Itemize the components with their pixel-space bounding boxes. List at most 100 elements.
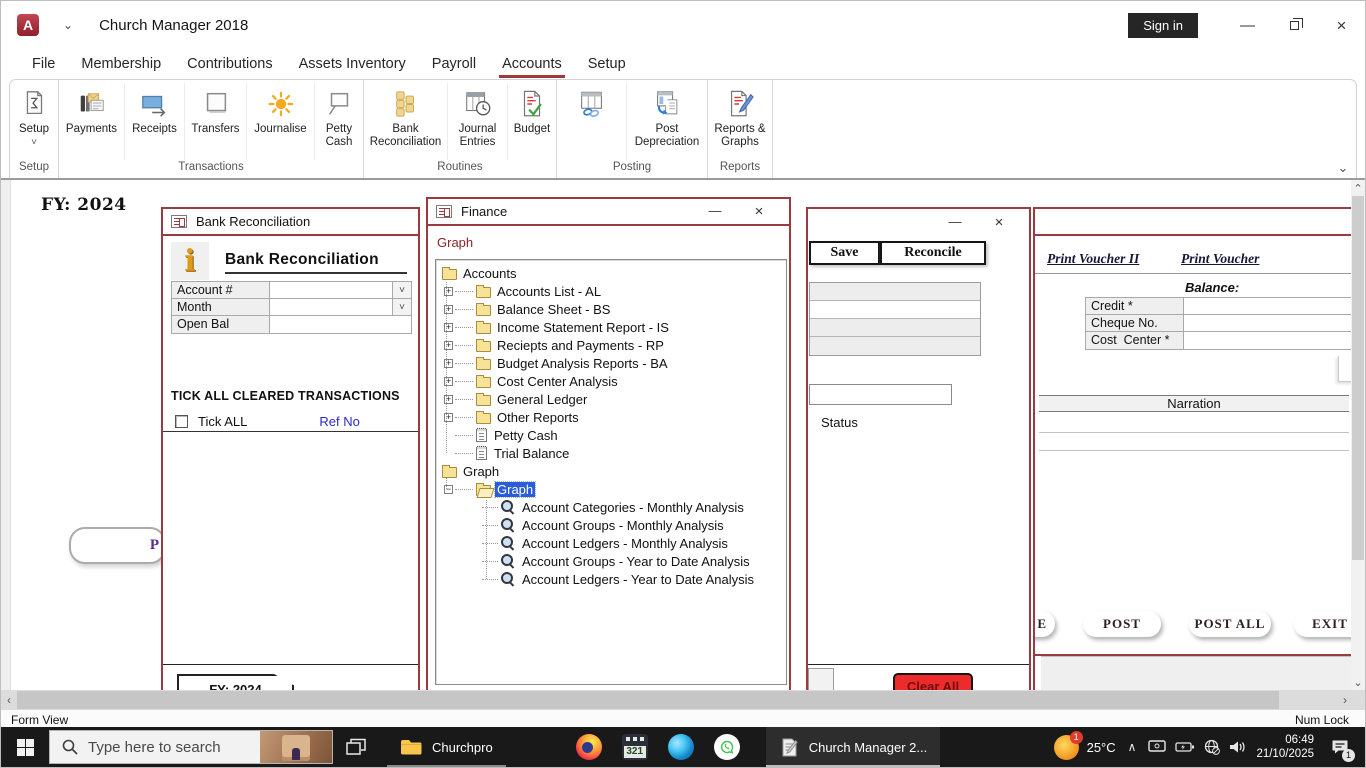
ribbon-bank-reconciliation-button[interactable]: Bank Reconciliation (364, 83, 448, 160)
credit-field[interactable] (1184, 298, 1353, 314)
account-number-field[interactable]: ˅ (270, 282, 411, 298)
ribbon-transfers-button[interactable]: Transfers (185, 83, 247, 160)
notification-center-button[interactable]: 1 (1323, 727, 1357, 767)
voucher-titlebar[interactable] (1035, 209, 1353, 236)
amount-input[interactable] (809, 384, 952, 405)
reconcile-detail-titlebar[interactable]: — × (808, 209, 1029, 236)
detail-row[interactable] (810, 301, 980, 319)
churchpro-taskbar-button[interactable]: Churchpro (387, 727, 506, 767)
ribbon-reports-graphs-button[interactable]: Reports & Graphs (708, 83, 772, 160)
fy-2024-tab[interactable]: FY: 2024 (177, 674, 294, 690)
tree-item-balance-sheet[interactable]: + Balance Sheet - BS (440, 300, 786, 318)
post-all-button[interactable]: POST ALL (1189, 611, 1271, 637)
tree-item-cost-center-analysis[interactable]: + Cost Center Analysis (440, 372, 786, 390)
tree-item-graph-selected[interactable]: − Graph (440, 480, 786, 498)
tree-item-account-ledgers-monthly[interactable]: Account Ledgers - Monthly Analysis (440, 534, 786, 552)
search-box[interactable]: Type here to search (49, 730, 333, 764)
ribbon-post-depreciation-button[interactable]: Post Depreciation (627, 83, 707, 160)
print-voucher-ii-link[interactable]: Print Voucher II (1047, 251, 1139, 267)
horizontal-scrollbar[interactable]: ‹ › (1, 690, 1353, 710)
close-button[interactable]: × (977, 214, 1021, 231)
tree-item-budget-analysis[interactable]: + Budget Analysis Reports - BA (440, 354, 786, 372)
tab-setup[interactable]: Setup (575, 49, 639, 79)
meet-now-icon[interactable] (1148, 740, 1167, 754)
tree-item-income-statement[interactable]: + Income Statement Report - IS (440, 318, 786, 336)
detail-row[interactable] (810, 337, 980, 355)
month-field[interactable]: ˅ (270, 299, 411, 315)
weather-widget[interactable]: 1 25°C (1053, 730, 1116, 760)
church-manager-taskbar-button[interactable]: Church Manager 2... (765, 727, 941, 767)
cheque-no-field[interactable] (1184, 315, 1353, 331)
quick-access-chevron-icon[interactable]: ⌄ (63, 18, 73, 32)
detail-row[interactable] (810, 319, 980, 337)
vertical-scrollbar[interactable]: ⌃ ⌄ (1351, 180, 1365, 690)
tab-file[interactable]: File (19, 49, 68, 79)
scroll-left-button[interactable]: ‹ (1, 690, 17, 710)
ribbon-receipts-button[interactable]: Receipts (125, 83, 185, 160)
print-voucher-link[interactable]: Print Voucher (1181, 251, 1259, 267)
scroll-down-button[interactable]: ⌄ (1351, 674, 1365, 690)
scroll-up-button[interactable]: ⌃ (1351, 180, 1365, 196)
network-globe-icon[interactable] (1204, 739, 1221, 755)
ribbon-setup-button[interactable]: Setup ˅ (10, 83, 58, 160)
tab-assets-inventory[interactable]: Assets Inventory (286, 49, 419, 79)
clock[interactable]: 06:49 21/10/2025 (1256, 733, 1314, 761)
firefox-taskbar-button[interactable] (566, 727, 612, 767)
clear-all-button[interactable]: Clear All (893, 673, 973, 690)
tree-item-account-groups-ytd[interactable]: Account Groups - Year to Date Analysis (440, 552, 786, 570)
close-button[interactable]: × (737, 203, 781, 220)
ribbon-payments-button[interactable]: Payments (59, 83, 125, 160)
battery-icon[interactable] (1175, 741, 1195, 753)
tab-accounts[interactable]: Accounts (489, 49, 575, 79)
finance-titlebar[interactable]: Finance — × (428, 199, 789, 226)
post-button[interactable]: POST (1083, 611, 1161, 637)
exit-button[interactable]: EXIT (1294, 611, 1353, 637)
combo-arrow-icon[interactable]: ˅ (392, 282, 411, 298)
ribbon-post-petty-cash-button[interactable] (557, 83, 627, 160)
volume-icon[interactable] (1229, 740, 1247, 754)
tree-item-graph-root[interactable]: Graph (440, 462, 786, 480)
ribbon-collapse-button[interactable]: ⌄ (1333, 160, 1353, 176)
partial-p-button[interactable]: P (69, 527, 166, 564)
reconcile-button[interactable]: Reconcile (880, 241, 986, 265)
ribbon-journal-entries-button[interactable]: Journal Entries (448, 83, 508, 160)
open-bal-field[interactable] (270, 316, 411, 333)
restore-button[interactable] (1271, 1, 1318, 49)
tree-item-trial-balance[interactable]: Trial Balance (440, 444, 786, 462)
tab-contributions[interactable]: Contributions (174, 49, 285, 79)
bank-recon-titlebar[interactable]: Bank Reconciliation (163, 209, 418, 236)
edge-taskbar-button[interactable] (658, 727, 704, 767)
close-button[interactable]: × (1318, 1, 1365, 49)
tree-item-account-ledgers-ytd[interactable]: Account Ledgers - Year to Date Analysis (440, 570, 786, 588)
tree-item-account-groups-monthly[interactable]: Account Groups - Monthly Analysis (440, 516, 786, 534)
ref-no-link[interactable]: Ref No (319, 414, 359, 429)
whatsapp-taskbar-button[interactable] (704, 727, 750, 767)
ribbon-journalise-button[interactable]: Journalise (247, 83, 315, 160)
tab-membership[interactable]: Membership (68, 49, 174, 79)
ribbon-petty-cash-button[interactable]: Petty Cash (315, 83, 363, 160)
task-view-button[interactable] (333, 727, 379, 767)
tree-item-accounts-list[interactable]: + Accounts List - AL (440, 282, 786, 300)
tray-expand-chevron-icon[interactable]: ∧ (1125, 740, 1140, 754)
tree-item-general-ledger[interactable]: + General Ledger (440, 390, 786, 408)
tree-item-receipts-payments[interactable]: + Reciepts and Payments - RP (440, 336, 786, 354)
ribbon-budget-button[interactable]: Budget (508, 83, 556, 160)
vertical-scroll-thumb[interactable] (1352, 196, 1364, 560)
tree-item-account-categories-monthly[interactable]: Account Categories - Monthly Analysis (440, 498, 786, 516)
tree-item-accounts[interactable]: Accounts (440, 264, 786, 282)
tick-all-checkbox[interactable] (175, 415, 188, 428)
combo-arrow-icon[interactable]: ˅ (392, 299, 411, 315)
sign-in-button[interactable]: Sign in (1128, 12, 1198, 38)
detail-row[interactable] (810, 283, 980, 301)
tree-item-petty-cash[interactable]: Petty Cash (440, 426, 786, 444)
horizontal-scroll-thumb[interactable] (17, 691, 1279, 709)
tab-payroll[interactable]: Payroll (419, 49, 489, 79)
tree-item-other-reports[interactable]: + Other Reports (440, 408, 786, 426)
start-button[interactable] (1, 727, 49, 767)
search-highlight-image[interactable] (260, 731, 332, 763)
partial-button-e[interactable]: E (1035, 611, 1055, 637)
minimize-button[interactable]: — (693, 203, 737, 220)
save-button[interactable]: Save (809, 241, 880, 265)
minimize-button[interactable]: — (1224, 1, 1271, 49)
media-player-taskbar-button[interactable]: 321 (612, 727, 658, 767)
